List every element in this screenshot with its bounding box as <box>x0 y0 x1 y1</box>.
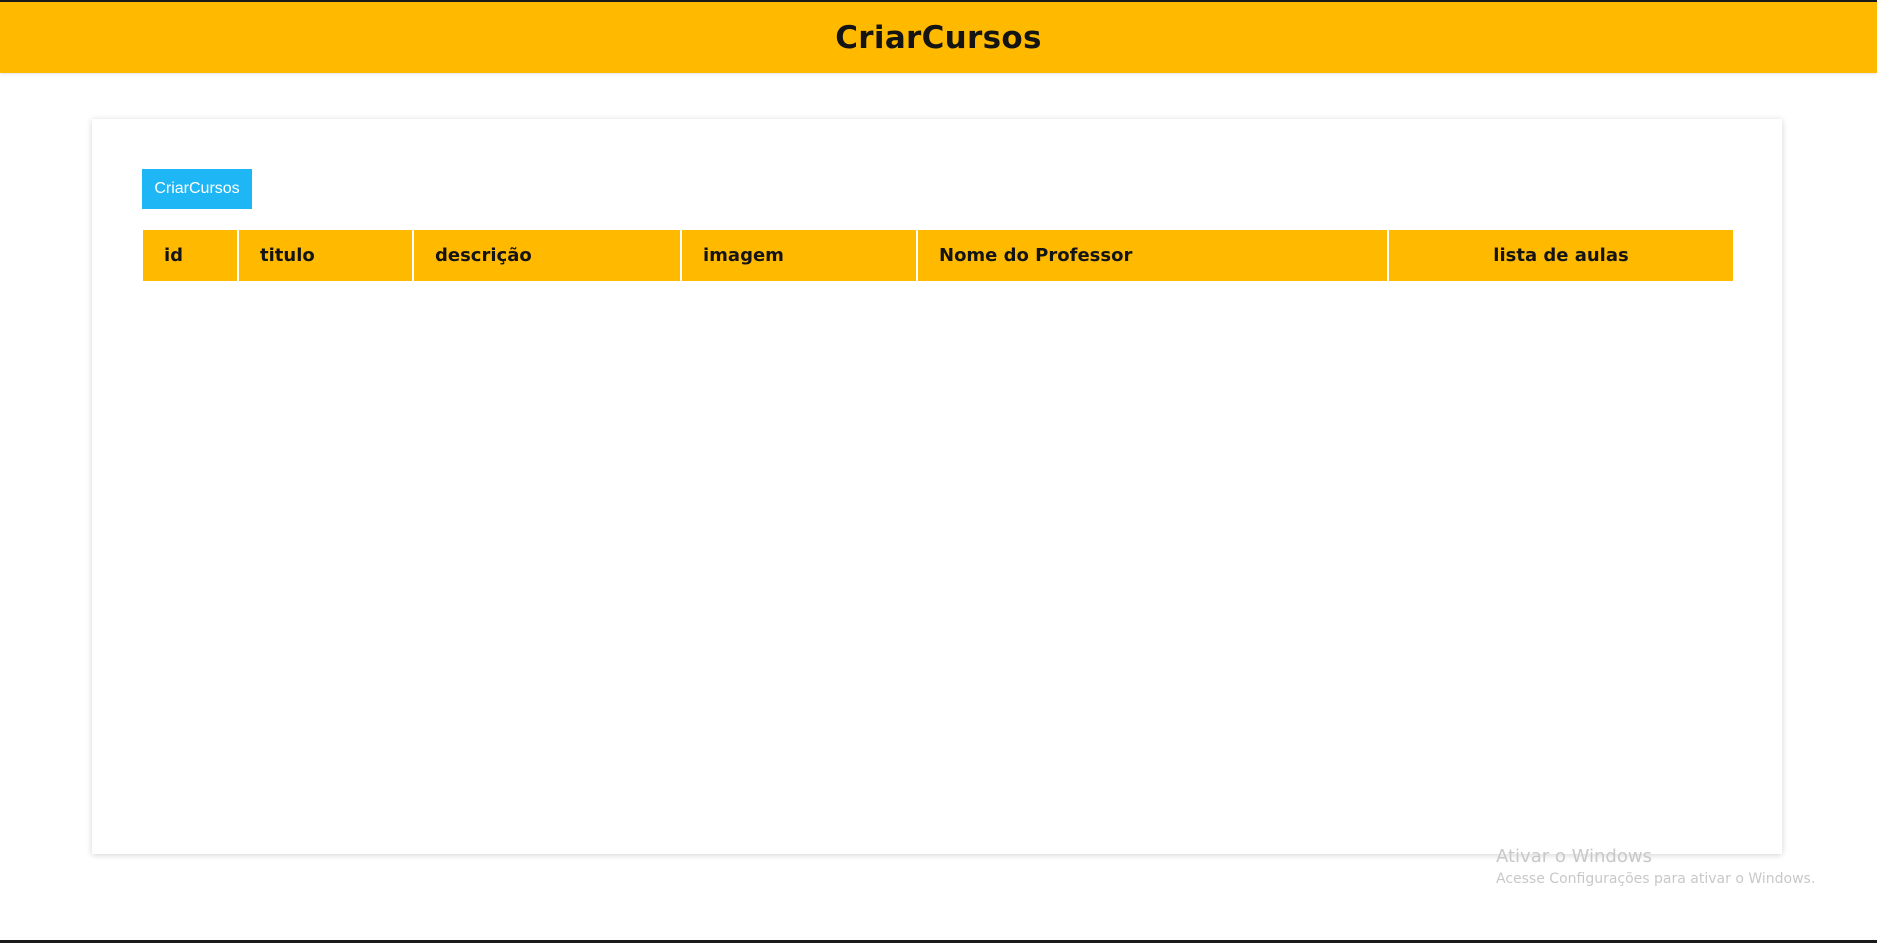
column-header-lista-aulas: lista de aulas <box>1389 230 1733 281</box>
windows-activation-watermark: Ativar o Windows Acesse Configurações pa… <box>1496 846 1815 887</box>
top-header: CriarCursos <box>0 0 1877 73</box>
watermark-subtitle: Acesse Configurações para ativar o Windo… <box>1496 871 1816 887</box>
watermark-title: Ativar o Windows <box>1496 846 1652 867</box>
create-course-button[interactable]: CriarCursos <box>142 169 252 209</box>
page-title: CriarCursos <box>835 19 1042 56</box>
column-header-titulo: titulo <box>239 230 414 281</box>
column-header-professor: Nome do Professor <box>918 230 1389 281</box>
column-header-id: id <box>143 230 239 281</box>
courses-table: id titulo descrição imagem Nome do Profe… <box>143 230 1733 281</box>
content-card: CriarCursos id titulo descrição imagem N… <box>92 119 1782 854</box>
column-header-descricao: descrição <box>414 230 682 281</box>
column-header-imagem: imagem <box>682 230 918 281</box>
